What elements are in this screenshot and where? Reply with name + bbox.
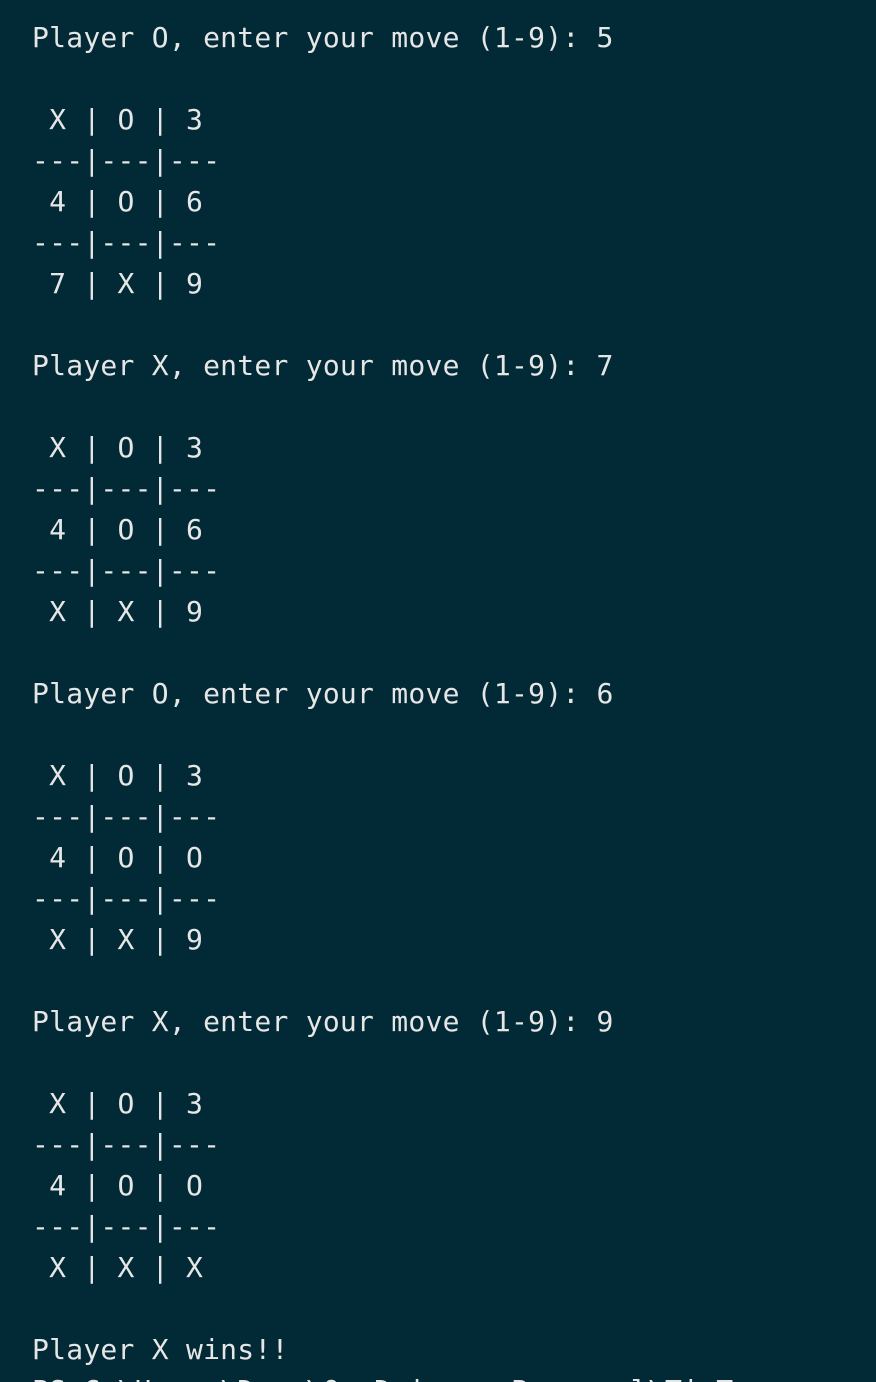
board-row: X | X | X bbox=[32, 1251, 204, 1284]
board-row: 4 | O | O bbox=[32, 841, 204, 874]
board-row: 4 | O | 6 bbox=[32, 513, 204, 546]
board-row: 4 | O | O bbox=[32, 1169, 204, 1202]
prompt-line: Player X, enter your move (1-9): 9 bbox=[32, 1005, 614, 1038]
prompt-line: Player O, enter your move (1-9): 5 bbox=[32, 21, 614, 54]
board-divider: ---|---|--- bbox=[32, 1210, 221, 1243]
board-row: X | O | 3 bbox=[32, 103, 204, 136]
prompt-line: Player O, enter your move (1-9): 6 bbox=[32, 677, 614, 710]
board-divider: ---|---|--- bbox=[32, 554, 221, 587]
board-row: X | X | 9 bbox=[32, 595, 204, 628]
prompt-line: Player X, enter your move (1-9): 7 bbox=[32, 349, 614, 382]
board-row: X | X | 9 bbox=[32, 923, 204, 956]
board-divider: ---|---|--- bbox=[32, 472, 221, 505]
board-row: 7 | X | 9 bbox=[32, 267, 204, 300]
board-row: X | O | 3 bbox=[32, 1087, 204, 1120]
terminal-output: Player O, enter your move (1-9): 5 X | O… bbox=[0, 0, 876, 1382]
shell-prompt: PS C:\Users\Demo\OneDrive - Personal\Tic… bbox=[32, 1371, 768, 1382]
board-row: X | O | 3 bbox=[32, 759, 204, 792]
result-line: Player X wins!! bbox=[32, 1333, 289, 1366]
board-row: X | O | 3 bbox=[32, 431, 204, 464]
board-divider: ---|---|--- bbox=[32, 1128, 221, 1161]
board-row: 4 | O | 6 bbox=[32, 185, 204, 218]
board-divider: ---|---|--- bbox=[32, 226, 221, 259]
board-divider: ---|---|--- bbox=[32, 800, 221, 833]
board-divider: ---|---|--- bbox=[32, 144, 221, 177]
board-divider: ---|---|--- bbox=[32, 882, 221, 915]
